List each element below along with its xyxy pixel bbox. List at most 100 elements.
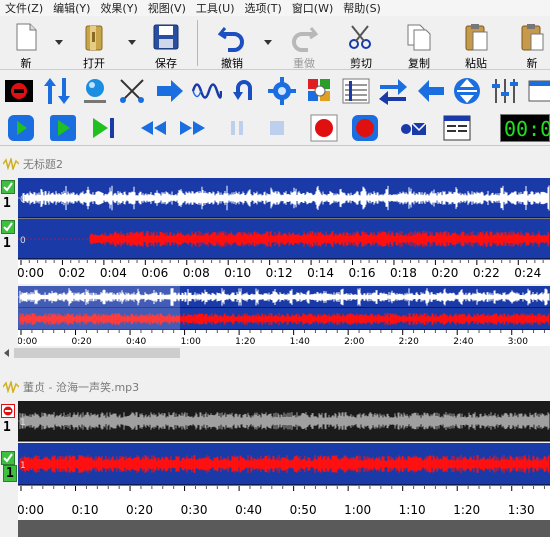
doc1-ruler-tick-label: 0:06 <box>141 266 168 280</box>
record-icon[interactable] <box>309 113 339 143</box>
doc2-channel2-enable-checkbox[interactable] <box>1 451 15 465</box>
menu-item-0[interactable]: 文件(Z) <box>0 0 48 16</box>
doc1-waveform-canvas[interactable]: 00 <box>18 178 550 260</box>
redo-button[interactable]: 重做 <box>278 18 330 70</box>
new-label: 新 <box>20 57 32 70</box>
pause-icon[interactable] <box>222 113 252 143</box>
menu-item-7[interactable]: 帮助(S) <box>338 0 386 16</box>
doc2-title-bar: 董贞 - 沧海一声笑.mp3 <box>0 378 550 395</box>
expand-vertical-icon[interactable] <box>452 76 482 106</box>
play-to-end-icon[interactable] <box>88 113 118 143</box>
doc2-ruler-tick-label: 0:40 <box>235 503 262 517</box>
record-loop-icon[interactable] <box>350 113 380 143</box>
vertical-arrows-icon[interactable] <box>42 76 72 106</box>
doc2-overview-strip[interactable] <box>18 520 550 537</box>
equalizer-icon[interactable] <box>490 76 520 106</box>
new-button[interactable]: 新 <box>0 18 52 70</box>
doc2-ruler-tick-label: 0:50 <box>290 503 317 517</box>
menu-item-4[interactable]: 工具(U) <box>191 0 240 16</box>
doc1-overview-ruler: 0:00 0:20 0:40 1:00 1:20 1:40 2:00 2:20 2:40 3:00 <box>17 330 550 347</box>
doc1-horizontal-scrollbar[interactable] <box>0 346 550 360</box>
doc1-overview-tick-label: 1:00 <box>181 337 201 346</box>
doc2-ruler-tick-label: 1:20 <box>453 503 480 517</box>
undo-label: 撤销 <box>221 57 243 70</box>
sine-wave-icon[interactable] <box>192 76 222 106</box>
paste-label: 粘贴 <box>465 57 487 70</box>
undo-button[interactable]: 撤销 <box>206 18 258 70</box>
doc2-track-controls: 1 1 <box>0 401 18 483</box>
paste-button[interactable]: 粘贴 <box>450 18 502 70</box>
svg-text:0: 0 <box>20 195 26 205</box>
menu-item-1[interactable]: 编辑(Y) <box>48 0 95 16</box>
scissors-connect-icon[interactable] <box>117 76 147 106</box>
fast-forward-icon[interactable] <box>178 113 208 143</box>
doc1-overview-tick-label: 1:40 <box>290 337 310 346</box>
save-button[interactable]: 保存 <box>140 18 192 70</box>
globe-icon[interactable] <box>80 76 110 106</box>
doc1-overview-tick-label: 2:00 <box>344 337 364 346</box>
redo-arrow-icon <box>292 27 319 52</box>
scroll-left-icon[interactable] <box>3 349 11 357</box>
doc2-ruler-tick-label: 0:00 <box>18 503 44 517</box>
arrow-left-icon[interactable] <box>416 76 446 106</box>
waveform-doc-icon <box>3 380 19 393</box>
cut-label: 剪切 <box>350 57 372 70</box>
doc1-scrollbar-thumb[interactable] <box>14 348 180 358</box>
doc1-ruler-tick-label: 0:08 <box>183 266 210 280</box>
toolbar-separator <box>197 20 198 66</box>
doc1-channel1-enable-checkbox[interactable] <box>1 180 15 194</box>
doc1-ruler-tick-label: 0:04 <box>100 266 127 280</box>
menu-item-3[interactable]: 视图(V) <box>143 0 191 16</box>
menu-item-5[interactable]: 选项(T) <box>240 0 287 16</box>
menu-item-6[interactable]: 窗口(W) <box>287 0 338 16</box>
new2-label: 新 <box>526 57 538 70</box>
open-folder-icon <box>85 25 103 51</box>
doc1-channel2-enable-checkbox[interactable] <box>1 220 15 234</box>
rewind-icon[interactable] <box>138 113 168 143</box>
cut-button[interactable]: 剪切 <box>335 18 387 70</box>
doc1-ruler-tick-label: 0:12 <box>266 266 293 280</box>
play-selection-icon[interactable] <box>48 113 78 143</box>
gear-icon[interactable] <box>267 76 297 106</box>
doc2-ruler-ticks: 0:00 0:10 0:20 0:30 0:40 0:50 1:00 1:10 1:20 1:30 <box>17 486 545 517</box>
arrow-right-branch-icon[interactable] <box>155 76 185 106</box>
play-loop-icon[interactable] <box>6 113 36 143</box>
doc1-overview-tick-label: 0:00 <box>18 337 37 346</box>
color-squares-icon[interactable] <box>305 76 335 106</box>
copy-label: 复制 <box>408 57 430 70</box>
new-dropdown-arrow-icon[interactable] <box>55 40 63 46</box>
doc2-waveform-canvas[interactable]: 11 <box>18 401 550 486</box>
clipboard-icon <box>465 24 488 51</box>
doc1-time-ruler[interactable]: 0:00 0:02 0:04 0:06 0:08 0:10 0:12 0:14 0:16 0:18… <box>17 260 550 284</box>
doc1-overview-tick-label: 1:20 <box>235 337 255 346</box>
doc2-ruler-tick-label: 0:10 <box>72 503 99 517</box>
new-from-clipboard-button[interactable]: 新 <box>506 18 550 70</box>
doc1-overview-waveform[interactable] <box>18 286 550 330</box>
doc1-overview-tick-label: 2:20 <box>399 337 419 346</box>
effects-toolbar <box>0 72 550 110</box>
waveform-doc-icon <box>3 157 19 170</box>
window-icon[interactable] <box>527 76 550 106</box>
undo-arrow-icon <box>217 27 244 52</box>
mail-icon[interactable] <box>398 113 428 143</box>
mixer-window-icon[interactable] <box>442 113 472 143</box>
menu-item-2[interactable]: 效果(Y) <box>95 0 142 16</box>
loop-back-icon[interactable] <box>230 76 260 106</box>
open-dropdown-arrow-icon[interactable] <box>128 40 136 46</box>
doc1-overview-ruler-ticks: 0:00 0:20 0:40 1:00 1:20 1:40 2:00 2:20 2:40 3:00 <box>17 330 545 347</box>
staff-note-icon[interactable] <box>341 76 371 106</box>
doc2-channel1-muted-icon[interactable] <box>1 404 15 418</box>
copy-button[interactable]: 复制 <box>393 18 445 70</box>
open-button[interactable]: 打开 <box>68 18 120 70</box>
doc2-ruler-tick-label: 1:30 <box>508 503 535 517</box>
doc1-title: 无标题2 <box>23 157 63 171</box>
doc2-title: 董贞 - 沧海一声笑.mp3 <box>23 380 140 394</box>
doc1-ruler-tick-label: 0:02 <box>58 266 85 280</box>
doc2-ruler-tick-label: 0:30 <box>181 503 208 517</box>
doc1-ruler-tick-label: 0:18 <box>390 266 417 280</box>
no-entry-icon[interactable] <box>4 76 34 106</box>
doc2-time-ruler[interactable]: 0:00 0:10 0:20 0:30 0:40 0:50 1:00 1:10 1:20 1:30 <box>17 486 550 520</box>
undo-dropdown-arrow-icon[interactable] <box>264 40 272 46</box>
swap-arrows-icon[interactable] <box>378 76 408 106</box>
stop-icon[interactable] <box>262 113 292 143</box>
